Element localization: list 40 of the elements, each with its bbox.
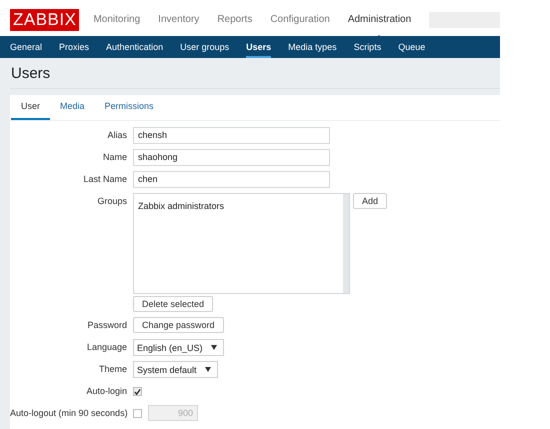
scrollbar[interactable] (343, 194, 349, 293)
caret-icon (204, 367, 211, 372)
menu-item[interactable]: Configuration (270, 4, 330, 36)
tab[interactable]: User (11, 95, 50, 120)
field-label: Theme (98, 363, 127, 376)
page-title: Users (10, 58, 500, 89)
menu-item[interactable]: Reports (217, 4, 252, 36)
add-button[interactable]: Add (353, 193, 388, 209)
submenu-item[interactable]: Scripts (354, 36, 382, 58)
field-label: Language (86, 341, 127, 354)
checkbox[interactable] (133, 387, 142, 396)
delete-selected-button[interactable]: Delete selected (133, 296, 214, 312)
input-field[interactable]: chen (133, 171, 330, 188)
groups-list[interactable]: Zabbix administrators (133, 193, 350, 294)
logo[interactable]: ZABBIX (10, 9, 80, 31)
dropdown[interactable]: System default (133, 361, 218, 378)
dropdown[interactable]: English (en_US) (133, 339, 224, 356)
submenu-item[interactable]: Users (246, 36, 272, 58)
change-password-button[interactable]: Change password (133, 317, 224, 333)
caret-icon (210, 345, 217, 350)
submenu-item[interactable]: Media types (288, 36, 337, 58)
menu-item[interactable]: Monitoring (93, 4, 140, 36)
input-field[interactable]: chensh (133, 127, 330, 144)
field-label: Alias (106, 129, 127, 142)
input-field[interactable]: shaohong (133, 149, 330, 166)
field-label: Name (102, 151, 127, 164)
tab[interactable]: Media (50, 95, 95, 120)
submenu-item[interactable]: General (10, 36, 42, 58)
tab[interactable]: Permissions (94, 95, 164, 120)
field-label: Auto-logout (min 90 seconds) (10, 407, 127, 420)
list-item[interactable]: Zabbix administrators (138, 201, 224, 211)
submenu-item[interactable]: Proxies (59, 36, 90, 58)
field-label: Password (86, 319, 127, 332)
field-label: Auto-login (85, 385, 127, 398)
field-label: Groups (96, 195, 127, 208)
field-label: Last Name (82, 173, 127, 186)
submenu-item[interactable]: User groups (180, 36, 230, 58)
submenu-item[interactable]: Queue (398, 36, 426, 58)
menu-item[interactable]: Inventory (158, 4, 200, 36)
submenu-item[interactable]: Authentication (106, 36, 164, 58)
